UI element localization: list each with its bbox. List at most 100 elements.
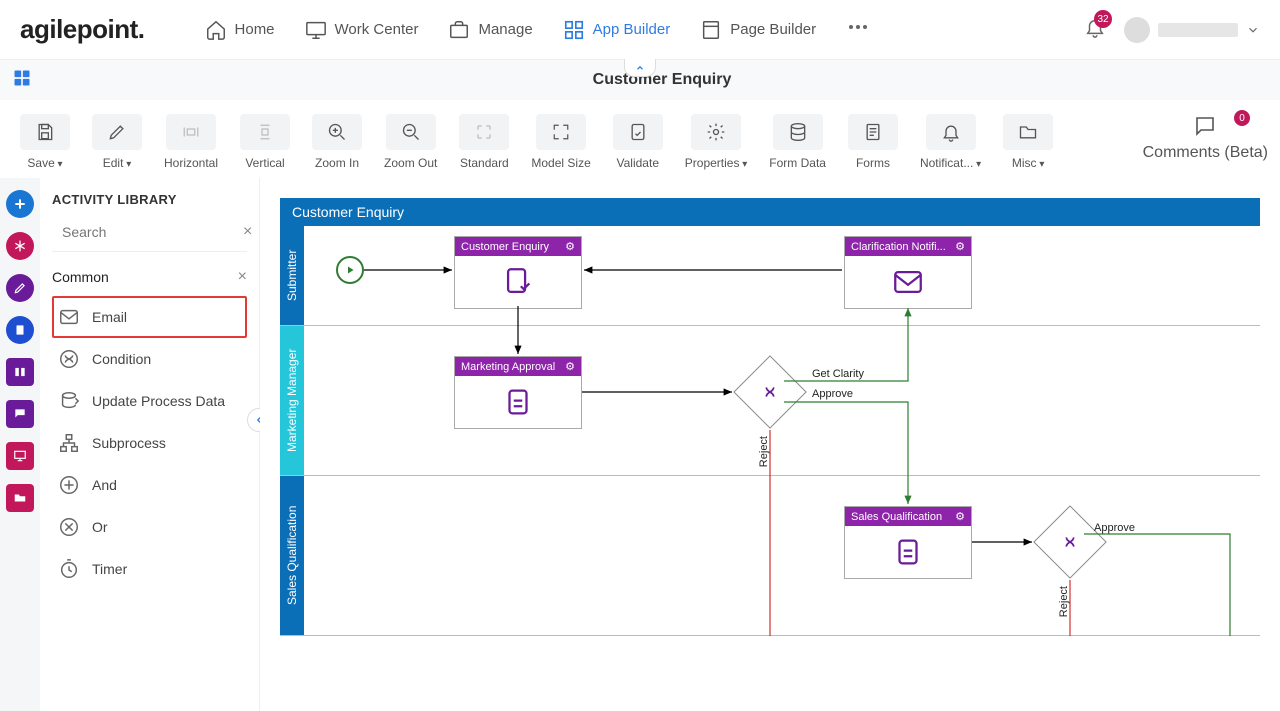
comments-badge: 0 xyxy=(1234,110,1250,126)
nav-app-builder[interactable]: App Builder xyxy=(563,19,671,41)
rail-columns-button[interactable] xyxy=(6,358,34,386)
rail-activity-library-button[interactable] xyxy=(6,232,34,260)
avatar xyxy=(1124,17,1150,43)
rail-monitor-button[interactable] xyxy=(6,442,34,470)
properties-button[interactable]: Properties xyxy=(677,114,756,170)
node-gear-icon[interactable]: ⚙ xyxy=(955,510,965,523)
node-sales-qualification[interactable]: Sales Qualification⚙ xyxy=(844,506,972,579)
activity-subprocess[interactable]: Subprocess xyxy=(52,422,247,464)
clear-search-button[interactable]: × xyxy=(243,223,252,241)
clipboard-lines-icon xyxy=(501,385,535,419)
rail-folder-button[interactable] xyxy=(6,484,34,512)
update-data-icon xyxy=(58,390,80,412)
search-input[interactable] xyxy=(62,224,243,240)
notifications-button[interactable]: 32 xyxy=(1084,16,1106,43)
rail-add-button[interactable] xyxy=(6,190,34,218)
horizontal-button[interactable]: Horizontal xyxy=(156,114,226,170)
edit-button[interactable]: Edit xyxy=(84,114,150,170)
zoom-in-button[interactable]: Zoom In xyxy=(304,114,370,170)
gateway-decision-2[interactable] xyxy=(1033,505,1107,579)
page-icon xyxy=(700,19,722,41)
columns-icon xyxy=(13,365,27,379)
rail-edit-button[interactable] xyxy=(6,274,34,302)
collapse-header-button[interactable] xyxy=(624,59,656,77)
edge-label-approve-2: Approve xyxy=(1094,522,1135,534)
clear-section-button[interactable]: × xyxy=(238,268,247,286)
model-size-button[interactable]: Model Size xyxy=(523,114,598,170)
edge-label-approve: Approve xyxy=(812,388,853,400)
notification-button[interactable]: Notificat... xyxy=(912,114,989,170)
zoom-out-button[interactable]: Zoom Out xyxy=(376,114,445,170)
nav-page-builder[interactable]: Page Builder xyxy=(700,19,816,41)
rail-comment-button[interactable] xyxy=(6,400,34,428)
vertical-button[interactable]: Vertical xyxy=(232,114,298,170)
folder-icon xyxy=(1018,122,1038,142)
lane-label-sales-qualification[interactable]: Sales Qualification xyxy=(280,476,304,635)
nav-more-button[interactable] xyxy=(846,15,870,44)
edit-icon xyxy=(107,122,127,142)
gateway-decision-1[interactable] xyxy=(733,355,807,429)
plus-icon xyxy=(12,196,28,212)
condition-icon xyxy=(759,381,781,403)
activity-email[interactable]: Email xyxy=(52,296,247,338)
workflow-canvas[interactable]: Customer Enquiry Submitter Customer Enqu… xyxy=(260,178,1280,711)
save-button[interactable]: Save xyxy=(12,114,78,170)
subprocess-icon xyxy=(58,432,80,454)
timer-icon xyxy=(58,558,80,580)
username-placeholder xyxy=(1158,23,1238,37)
home-icon xyxy=(205,19,227,41)
standard-button[interactable]: Standard xyxy=(451,114,517,170)
activity-library-sidebar: ACTIVITY LIBRARY × Common × Email Condit… xyxy=(40,178,260,711)
page-title: Customer Enquiry xyxy=(44,71,1280,89)
nav-work-center[interactable]: Work Center xyxy=(305,19,419,41)
activity-and[interactable]: And xyxy=(52,464,247,506)
validate-icon xyxy=(628,122,648,142)
activity-condition[interactable]: Condition xyxy=(52,338,247,380)
activity-or[interactable]: Or xyxy=(52,506,247,548)
misc-button[interactable]: Misc xyxy=(995,114,1061,170)
more-icon xyxy=(846,15,870,39)
apps-icon xyxy=(12,68,32,88)
validate-button[interactable]: Validate xyxy=(605,114,671,170)
brand-logo: agilepoint. xyxy=(20,14,145,45)
library-section: Common xyxy=(52,269,109,285)
rail-clipboard-button[interactable] xyxy=(6,316,34,344)
document-icon xyxy=(863,122,883,142)
play-icon xyxy=(344,264,356,276)
node-gear-icon[interactable]: ⚙ xyxy=(565,360,575,373)
bell-icon xyxy=(941,122,961,142)
edge-label-reject-2: Reject xyxy=(1058,586,1070,617)
save-icon xyxy=(35,122,55,142)
fit-standard-icon xyxy=(473,123,495,141)
apps-grid-button[interactable] xyxy=(0,68,44,93)
condition-icon xyxy=(1059,531,1081,553)
node-marketing-approval[interactable]: Marketing Approval⚙ xyxy=(454,356,582,429)
database-icon xyxy=(788,122,808,142)
grid-icon xyxy=(563,19,585,41)
lane-label-submitter[interactable]: Submitter xyxy=(280,226,304,325)
workflow-title: Customer Enquiry xyxy=(280,198,1260,226)
activity-timer[interactable]: Timer xyxy=(52,548,247,590)
clipboard-icon xyxy=(13,323,27,337)
envelope-icon xyxy=(891,265,925,299)
zoom-in-icon xyxy=(327,122,347,142)
chevron-down-icon xyxy=(1246,23,1260,37)
node-gear-icon[interactable]: ⚙ xyxy=(955,240,965,253)
user-menu[interactable] xyxy=(1124,17,1260,43)
briefcase-icon xyxy=(448,19,470,41)
monitor-icon xyxy=(305,19,327,41)
activity-update-process-data[interactable]: Update Process Data xyxy=(52,380,247,422)
comments-button[interactable]: 0 Comments (Beta) xyxy=(1143,114,1268,162)
form-data-button[interactable]: Form Data xyxy=(761,114,834,170)
forms-button[interactable]: Forms xyxy=(840,114,906,170)
clipboard-lines-icon xyxy=(891,535,925,569)
nav-manage[interactable]: Manage xyxy=(448,19,532,41)
form-check-icon xyxy=(501,265,535,299)
zoom-out-icon xyxy=(401,122,421,142)
nav-home[interactable]: Home xyxy=(205,19,275,41)
lane-label-marketing-manager[interactable]: Marketing Manager xyxy=(280,326,304,475)
node-customer-enquiry[interactable]: Customer Enquiry⚙ xyxy=(454,236,582,309)
node-clarification-notif[interactable]: Clarification Notifi...⚙ xyxy=(844,236,972,309)
node-gear-icon[interactable]: ⚙ xyxy=(565,240,575,253)
start-event[interactable] xyxy=(336,256,364,284)
